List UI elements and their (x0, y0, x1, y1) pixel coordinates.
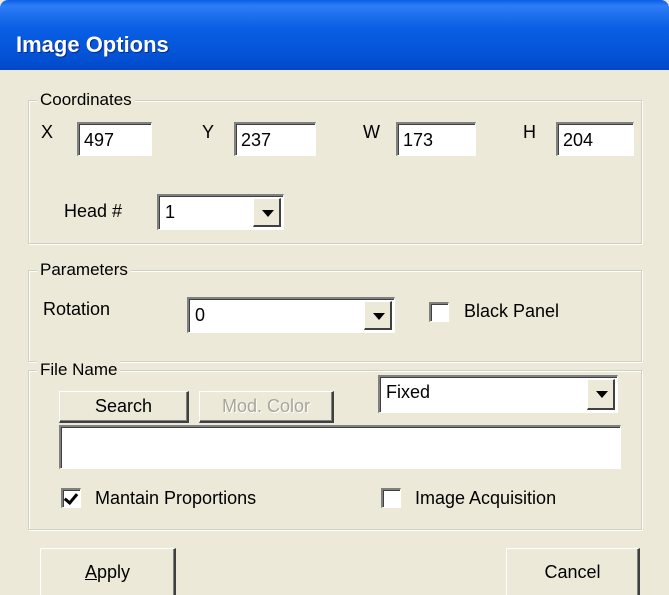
w-label: W (363, 122, 380, 142)
rotation-label: Rotation (43, 299, 111, 319)
maintain-proportions-label[interactable]: Mantain Proportions (95, 487, 256, 509)
x-input[interactable]: 497 (77, 122, 152, 156)
head-select[interactable]: 1 (157, 194, 284, 230)
h-input[interactable]: 204 (556, 122, 634, 156)
y-input[interactable]: 237 (234, 122, 316, 156)
y-label: Y (202, 122, 215, 142)
apply-label-rest: pply (96, 562, 131, 582)
coordinates-legend: Coordinates (37, 90, 135, 110)
chevron-down-icon[interactable] (587, 379, 615, 410)
mod-color-button[interactable]: Mod. Color (199, 391, 334, 423)
rotation-select[interactable]: 0 (187, 297, 395, 333)
black-panel-checkbox[interactable] (429, 302, 449, 322)
image-acquisition-checkbox[interactable] (381, 488, 401, 508)
chevron-down-icon[interactable] (364, 301, 392, 330)
file-name-legend: File Name (37, 360, 121, 380)
title-bar[interactable]: Image Options (0, 0, 669, 70)
chevron-down-icon[interactable] (253, 198, 281, 227)
h-label: H (523, 122, 536, 142)
x-label: X (41, 122, 54, 142)
image-acquisition-label[interactable]: Image Acquisition (415, 487, 556, 509)
dialog-client: Coordinates X 497 Y 237 W 173 H 204 Head… (0, 70, 669, 595)
apply-mnemonic: A (84, 562, 97, 582)
window-title: Image Options (16, 32, 169, 57)
head-label: Head # (64, 201, 123, 221)
black-panel-label[interactable]: Black Panel (464, 300, 559, 322)
parameters-group: Parameters Rotation 0 Black Panel (28, 260, 642, 362)
parameters-legend: Parameters (37, 260, 131, 280)
cancel-button[interactable]: Cancel (506, 548, 640, 595)
search-button[interactable]: Search (59, 391, 189, 423)
w-input[interactable]: 173 (396, 122, 476, 156)
file-mode-select[interactable]: Fixed (378, 375, 618, 413)
file-name-group: File Name Search Mod. Color Fixed Mantai… (28, 360, 642, 530)
file-mode-select-value: Fixed (386, 382, 431, 402)
rotation-select-value: 0 (195, 305, 206, 325)
file-path-input[interactable] (59, 425, 621, 469)
head-select-value: 1 (165, 202, 176, 222)
maintain-proportions-checkbox[interactable] (61, 488, 81, 508)
apply-button[interactable]: Apply (40, 548, 176, 595)
coordinates-group: Coordinates X 497 Y 237 W 173 H 204 Head… (28, 90, 642, 244)
